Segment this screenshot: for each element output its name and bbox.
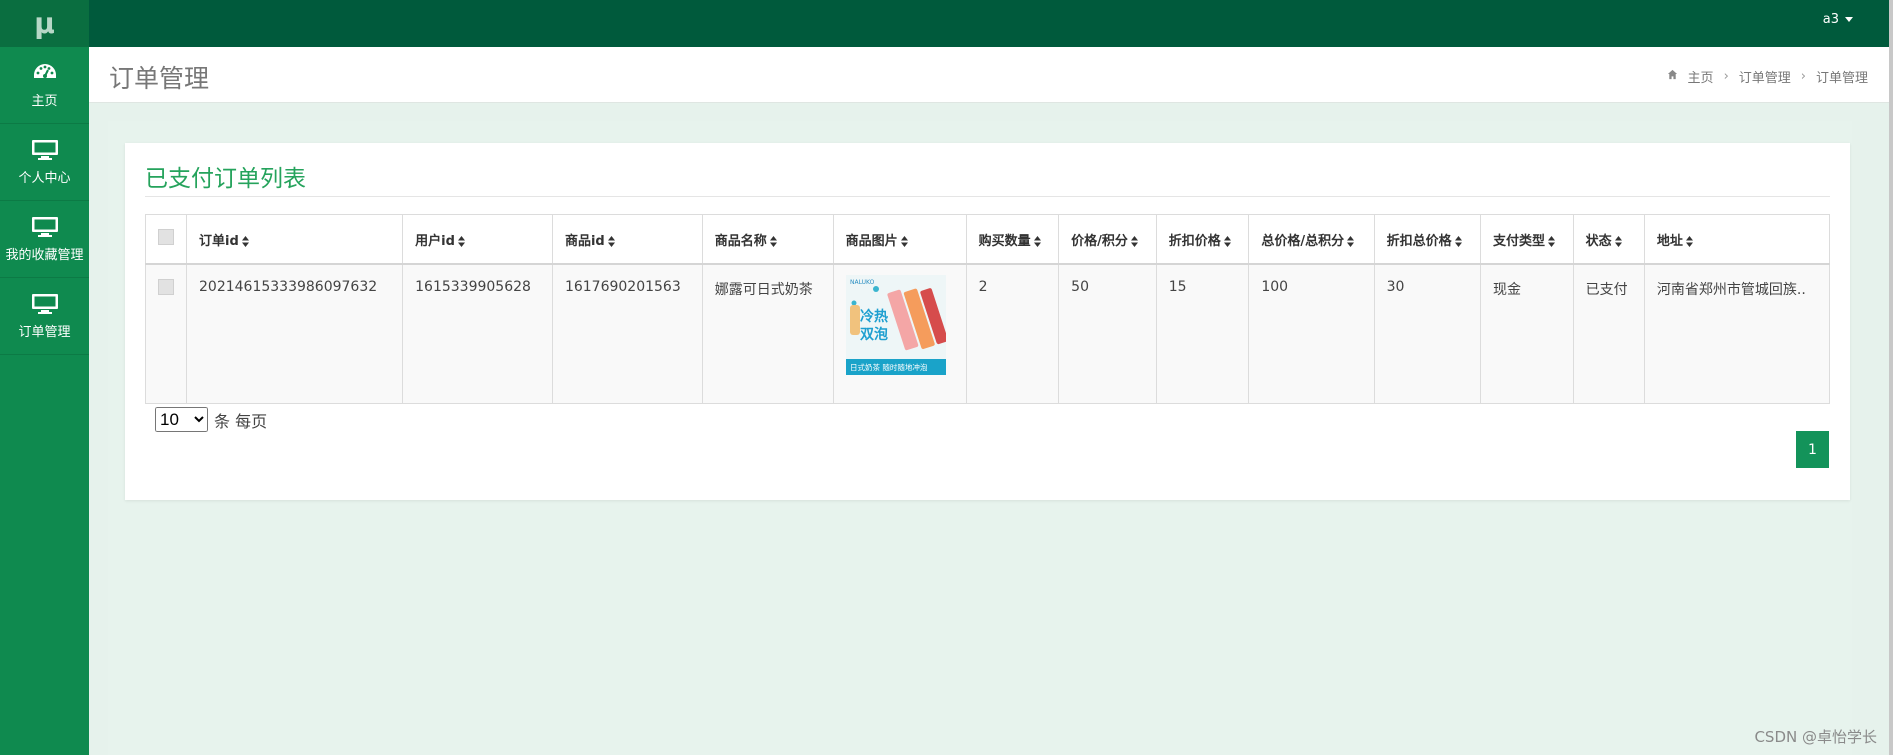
- product-photo: NALUKO 冷热双泡 日式奶茶 随时随地冲泡: [845, 275, 946, 375]
- divider: [145, 196, 1830, 197]
- column-header-pay-type[interactable]: 支付类型: [1480, 214, 1574, 265]
- page-size-suffix: 条 每页: [214, 411, 268, 431]
- panel-title: 已支付订单列表: [145, 166, 306, 192]
- sidebar-item-home[interactable]: 主页: [0, 47, 89, 124]
- scrollbar[interactable]: [1889, 0, 1893, 755]
- cell-discount-price: 15: [1155, 263, 1250, 404]
- cell-status: 已支付: [1572, 263, 1645, 404]
- column-header-discount-total[interactable]: 折扣总价格: [1373, 214, 1482, 265]
- cell-order-id: 20214615333986097632: [185, 263, 404, 404]
- monitor-icon: [31, 293, 59, 315]
- chevron-right-icon: ›: [1800, 69, 1806, 84]
- sidebar-item-favorites[interactable]: 我的收藏管理: [0, 201, 89, 278]
- sort-icon: [1454, 235, 1462, 247]
- content-area: 已支付订单列表 订单id 用户id 商品id 商品名称 商品图片 购买数量 价格…: [108, 121, 1852, 755]
- column-header-address[interactable]: 地址: [1643, 214, 1831, 265]
- app-logo[interactable]: μ: [0, 0, 89, 47]
- cell-address: 河南省郑州市管城回族..: [1643, 263, 1831, 404]
- select-all-checkbox[interactable]: [158, 229, 174, 245]
- column-header-status[interactable]: 状态: [1572, 214, 1645, 265]
- cell-quantity: 2: [965, 263, 1060, 404]
- column-header-user-id[interactable]: 用户id: [402, 214, 553, 265]
- row-select-cell: [145, 263, 187, 404]
- breadcrumb: 主页 › 订单管理 › 订单管理: [1667, 67, 1868, 86]
- svg-text:NALUKO: NALUKO: [850, 279, 875, 286]
- breadcrumb-home[interactable]: 主页: [1688, 67, 1714, 86]
- column-header-price[interactable]: 价格/积分: [1058, 214, 1157, 265]
- table-header-row: 订单id 用户id 商品id 商品名称 商品图片 购买数量 价格/积分 折扣价格…: [145, 214, 1831, 265]
- product-image[interactable]: NALUKO 冷热双泡 日式奶茶 随时随地冲泡: [845, 275, 946, 375]
- chevron-right-icon: ›: [1723, 69, 1729, 84]
- cell-user-id: 1615339905628: [402, 263, 553, 404]
- cell-product-image: NALUKO 冷热双泡 日式奶茶 随时随地冲泡: [832, 263, 967, 404]
- column-header-product-image[interactable]: 商品图片: [832, 214, 967, 265]
- sort-icon: [1685, 235, 1693, 247]
- table-row[interactable]: 20214615333986097632 1615339905628 16176…: [145, 263, 1831, 404]
- sort-icon: [1130, 235, 1138, 247]
- page-size-select[interactable]: 10: [155, 407, 208, 432]
- sidebar-item-personal-center[interactable]: 个人中心: [0, 124, 89, 201]
- cell-discount-total: 30: [1373, 263, 1482, 404]
- page-size-control: 10 条 每页: [155, 407, 267, 432]
- orders-panel: 已支付订单列表 订单id 用户id 商品id 商品名称 商品图片 购买数量 价格…: [125, 143, 1850, 500]
- column-header-product-name[interactable]: 商品名称: [701, 214, 834, 265]
- pagination-page-1[interactable]: 1: [1796, 431, 1829, 468]
- top-navbar: a3: [89, 0, 1893, 47]
- column-header-product-id[interactable]: 商品id: [551, 214, 703, 265]
- sort-icon: [1614, 235, 1622, 247]
- row-checkbox[interactable]: [158, 279, 174, 295]
- sort-icon: [1347, 235, 1355, 247]
- select-all-cell: [145, 214, 187, 265]
- caret-down-icon: [1845, 17, 1853, 22]
- cell-product-id: 1617690201563: [551, 263, 703, 404]
- watermark: CSDN @卓怡学长: [1754, 728, 1877, 746]
- cell-total: 100: [1248, 263, 1375, 404]
- cell-product-name: 娜露可日式奶茶: [701, 263, 834, 404]
- monitor-icon: [31, 216, 59, 238]
- monitor-icon: [31, 139, 59, 161]
- dashboard-icon: [32, 62, 58, 84]
- sort-icon: [241, 235, 249, 247]
- user-menu[interactable]: a3: [1823, 12, 1853, 27]
- cell-price: 50: [1058, 263, 1157, 404]
- column-header-order-id[interactable]: 订单id: [185, 214, 404, 265]
- sort-icon: [769, 235, 777, 247]
- sidebar-item-label: 订单管理: [18, 324, 71, 340]
- orders-table: 订单id 用户id 商品id 商品名称 商品图片 购买数量 价格/积分 折扣价格…: [145, 214, 1831, 404]
- column-header-discount-price[interactable]: 折扣价格: [1155, 214, 1250, 265]
- home-icon: [1667, 69, 1678, 84]
- sort-icon: [1223, 235, 1231, 247]
- page-header: 订单管理 主页 › 订单管理 › 订单管理: [89, 47, 1893, 103]
- sort-icon: [457, 235, 465, 247]
- sidebar-item-label: 个人中心: [18, 170, 71, 186]
- sort-icon: [900, 235, 908, 247]
- sort-icon: [1548, 235, 1556, 247]
- page-title: 订单管理: [109, 64, 210, 93]
- breadcrumb-current: 订单管理: [1815, 71, 1868, 86]
- sidebar-item-orders[interactable]: 订单管理: [0, 278, 89, 355]
- sort-icon: [607, 235, 615, 247]
- sidebar: μ 主页 个人中心 我的收藏管理 订单管理: [0, 0, 89, 755]
- column-header-quantity[interactable]: 购买数量: [965, 214, 1060, 265]
- username: a3: [1822, 12, 1839, 27]
- breadcrumb-orders[interactable]: 订单管理: [1739, 67, 1791, 86]
- column-header-total[interactable]: 总价格/总积分: [1248, 214, 1375, 265]
- sidebar-item-label: 主页: [31, 93, 58, 109]
- product-image-caption: 日式奶茶 随时随地冲泡: [850, 362, 928, 372]
- sort-icon: [1033, 235, 1041, 247]
- sidebar-item-label: 我的收藏管理: [5, 247, 84, 263]
- cell-pay-type: 现金: [1480, 263, 1574, 404]
